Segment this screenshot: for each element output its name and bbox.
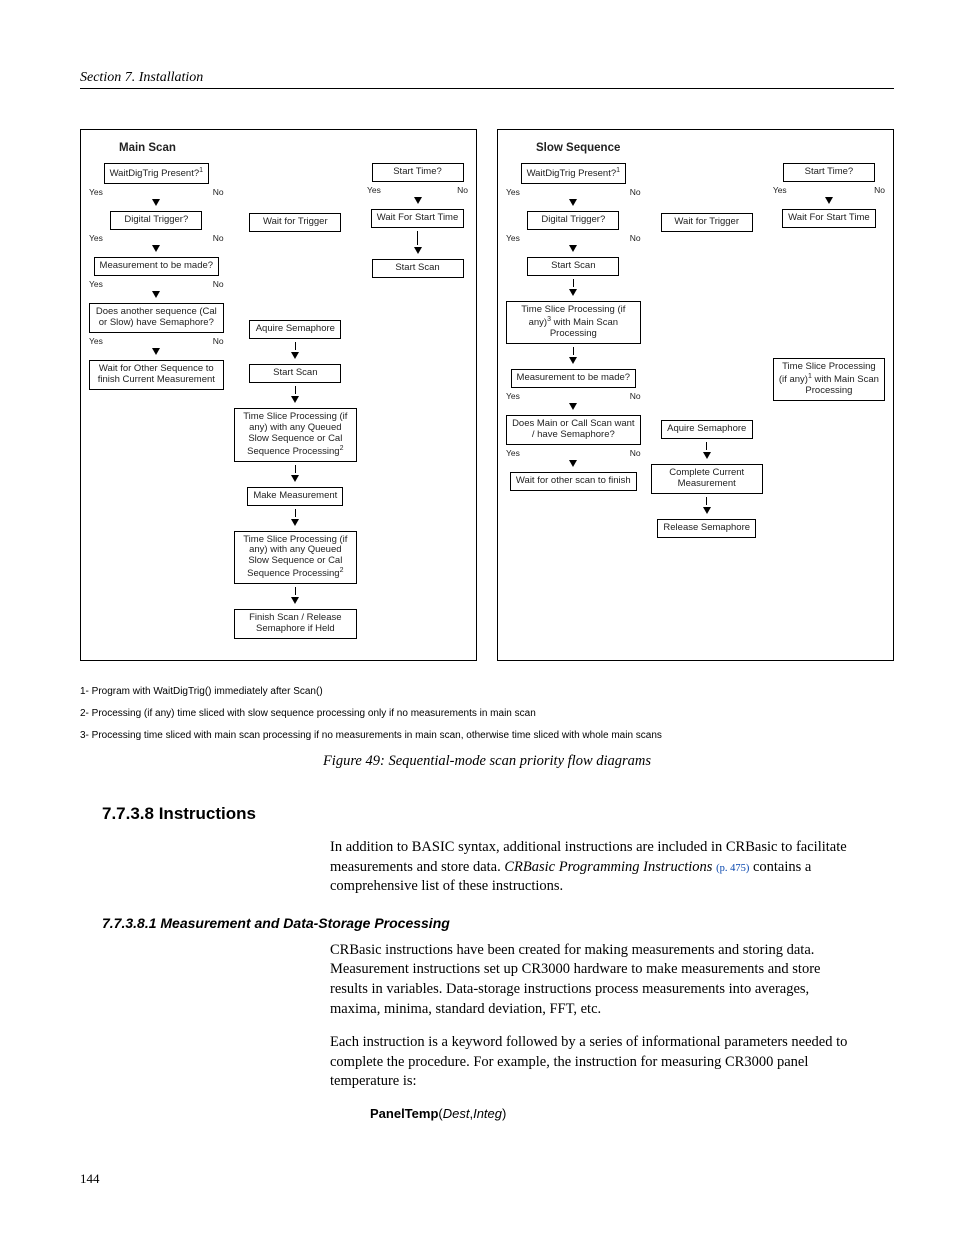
arrow-down-icon	[703, 507, 711, 514]
arrow-down-icon	[291, 519, 299, 526]
no-label: No	[457, 185, 468, 195]
section-heading-instructions: 7.7.3.8 Instructions	[102, 804, 894, 824]
yes-label: Yes	[506, 233, 520, 243]
arrow-down-icon	[291, 352, 299, 359]
yes-label: Yes	[506, 187, 520, 197]
node: Aquire Semaphore	[661, 420, 753, 439]
no-label: No	[213, 187, 224, 197]
node: Time Slice Processing (if any)3 with Mai…	[506, 301, 641, 344]
yes-label: Yes	[89, 187, 103, 197]
main-scan-panel: Main Scan WaitDigTrig Present?1 Yes No Di…	[80, 129, 477, 661]
node: Start Time?	[372, 163, 464, 182]
node: Does another sequence (Cal or Slow) have…	[89, 303, 224, 333]
yes-label: Yes	[506, 448, 520, 458]
paragraph: Each instruction is a keyword followed b…	[330, 1033, 860, 1092]
running-header: Section 7. Installation	[80, 70, 894, 89]
slow-sequence-title: Slow Sequence	[536, 142, 885, 154]
arrow-down-icon	[569, 289, 577, 296]
yes-label: Yes	[773, 185, 787, 195]
node: Wait for Trigger	[249, 213, 341, 232]
arrow-down-icon	[825, 197, 833, 204]
node: Wait For Start Time	[782, 209, 875, 228]
node: Start Scan	[249, 364, 341, 383]
node: Start Time?	[783, 163, 875, 182]
paragraph: In addition to BASIC syntax, additional …	[330, 838, 860, 897]
node: Time Slice Processing (if any)1 with Mai…	[773, 358, 885, 401]
node: Measurement to be made?	[511, 369, 637, 388]
paragraph: CRBasic instructions have been created f…	[330, 941, 860, 1019]
node: Time Slice Processing (if any) with any …	[234, 531, 357, 585]
arrow-down-icon	[569, 199, 577, 206]
node: Wait for Other Sequence to finish Curren…	[89, 360, 224, 390]
node: Wait for Trigger	[661, 213, 753, 232]
node: Wait For Start Time	[371, 209, 464, 228]
code-example: PanelTemp(Dest,Integ)	[370, 1106, 894, 1121]
arrow-down-icon	[291, 396, 299, 403]
no-label: No	[874, 185, 885, 195]
node: Aquire Semaphore	[249, 320, 341, 339]
node: WaitDigTrig Present?1	[104, 163, 209, 184]
node: Release Semaphore	[657, 519, 756, 538]
node: Finish Scan / Release Semaphore if Held	[234, 609, 357, 639]
footnote: 3- Processing time sliced with main scan…	[80, 725, 894, 747]
node: Start Scan	[527, 257, 619, 276]
yes-label: Yes	[89, 279, 103, 289]
yes-label: Yes	[367, 185, 381, 195]
no-label: No	[213, 336, 224, 346]
no-label: No	[213, 233, 224, 243]
page-number: 144	[80, 1171, 894, 1187]
arrow-down-icon	[152, 348, 160, 355]
flow-diagrams: Main Scan WaitDigTrig Present?1 Yes No Di…	[80, 129, 894, 661]
arrow-down-icon	[152, 291, 160, 298]
no-label: No	[630, 187, 641, 197]
figure-caption: Figure 49: Sequential-mode scan priority…	[80, 753, 894, 770]
node: Start Scan	[372, 259, 464, 278]
diagram-footnotes: 1- Program with WaitDigTrig() immediatel…	[80, 681, 894, 747]
no-label: No	[630, 233, 641, 243]
arrow-down-icon	[152, 199, 160, 206]
node: Make Measurement	[247, 487, 343, 506]
yes-label: Yes	[89, 233, 103, 243]
yes-label: Yes	[89, 336, 103, 346]
node: WaitDigTrig Present?1	[521, 163, 626, 184]
node: Complete Current Measurement	[651, 464, 763, 494]
node: Digital Trigger?	[110, 211, 202, 230]
page-ref-link[interactable]: (p. 475)	[716, 863, 749, 874]
arrow-down-icon	[152, 245, 160, 252]
arrow-down-icon	[569, 245, 577, 252]
subsection-heading-measurement: 7.7.3.8.1 Measurement and Data-Storage P…	[102, 915, 894, 931]
no-label: No	[630, 448, 641, 458]
main-scan-title: Main Scan	[119, 142, 468, 154]
no-label: No	[630, 391, 641, 401]
arrow-down-icon	[569, 403, 577, 410]
arrow-down-icon	[414, 197, 422, 204]
node: Measurement to be made?	[94, 257, 220, 276]
arrow-down-icon	[569, 460, 577, 467]
node: Digital Trigger?	[527, 211, 619, 230]
node: Wait for other scan to finish	[510, 472, 637, 491]
node: Does Main or Call Scan want / have Semap…	[506, 415, 641, 445]
arrow-down-icon	[569, 357, 577, 364]
arrow-down-icon	[703, 452, 711, 459]
yes-label: Yes	[506, 391, 520, 401]
footnote: 1- Program with WaitDigTrig() immediatel…	[80, 681, 894, 703]
slow-sequence-panel: Slow Sequence WaitDigTrig Present?1 Yes N…	[497, 129, 894, 661]
footnote: 2- Processing (if any) time sliced with …	[80, 703, 894, 725]
no-label: No	[213, 279, 224, 289]
arrow-down-icon	[291, 475, 299, 482]
arrow-down-icon	[291, 597, 299, 604]
arrow-down-icon	[414, 247, 422, 254]
node: Time Slice Processing (if any) with any …	[234, 408, 357, 462]
